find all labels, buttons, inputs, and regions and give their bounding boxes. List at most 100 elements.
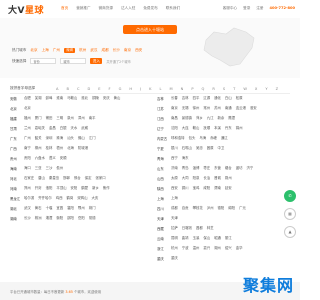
city-link[interactable]: 南通 [225,106,232,110]
city-link[interactable]: 中卫 [218,146,225,150]
letter-z[interactable]: Z [276,87,278,91]
city-link[interactable]: 江门 [89,136,96,140]
city-link[interactable]: 辽源 [203,96,210,100]
city-link[interactable]: 鸡西 [56,196,63,200]
city-link[interactable]: 济南 [171,166,178,170]
city-link[interactable]: 深圳 [46,136,53,140]
letter-f[interactable]: F [109,87,111,91]
city-link[interactable]: 黄石 [35,206,42,210]
city-link[interactable]: 南宁 [24,146,31,150]
city-link[interactable]: 咸阳 [203,186,210,190]
city-link[interactable]: 北海 [67,146,74,150]
chat-icon[interactable]: ✆ [284,190,296,202]
city-link[interactable]: 昌都 [196,226,203,230]
city-link[interactable]: 岳阳 [78,216,85,220]
city-link[interactable]: 白山 [225,96,232,100]
city-link[interactable]: 长治 [203,176,210,180]
city-link[interactable]: 松原 [236,96,243,100]
city-link[interactable]: 六盘水 [35,156,45,160]
city-link[interactable]: 十堰 [46,206,53,210]
letter-q[interactable]: Q [202,87,205,91]
city-link[interactable]: 天水 [71,126,78,130]
city-link[interactable]: 鹤壁 [81,186,88,190]
city-link[interactable]: 桂林 [46,146,53,150]
letter-y[interactable]: Y [265,87,267,91]
hot-city[interactable]: 成都 [102,48,109,53]
city-link[interactable]: 抚顺 [203,126,210,130]
city-link[interactable]: 乌海 [199,136,206,140]
city-link[interactable]: 三明 [56,116,63,120]
city-link[interactable]: 南平 [89,116,96,120]
city-link[interactable]: 齐齐哈尔 [38,196,52,200]
city-link[interactable]: 石家庄 [24,176,34,180]
city-link[interactable]: 枣庄 [203,166,210,170]
back-to-top-icon[interactable]: ▲ [284,226,296,238]
city-link[interactable]: 武汉 [24,206,31,210]
letter-d[interactable]: D [87,87,90,91]
hot-city[interactable]: 西安 [135,48,142,53]
city-link[interactable]: 邵阳 [67,216,74,220]
city-link[interactable]: 新余 [218,116,225,120]
nav-publish[interactable]: 免费发布 [143,6,157,11]
city-link[interactable]: 宝鸡 [193,186,200,190]
city-link[interactable]: 鄂州 [78,206,85,210]
register-link[interactable]: 注册 [256,6,263,11]
city-link[interactable]: 莆田 [46,116,53,120]
hot-city-selected[interactable]: 深圳 [63,48,76,53]
site-logo[interactable]: 大V星球 [8,3,44,16]
city-link[interactable]: 郑州 [24,186,31,190]
city-link[interactable]: 淄博 [193,166,200,170]
city-link[interactable]: 合肥 [24,96,31,100]
city-link[interactable]: 阳泉 [193,176,200,180]
letter-a[interactable]: A [56,87,58,91]
city-link[interactable]: 温州 [193,246,200,250]
go-button[interactable]: 进入 [90,58,103,64]
city-link[interactable]: 保山 [203,236,210,240]
city-link[interactable]: 济宁 [246,166,253,170]
city-link[interactable]: 秦皇岛 [49,176,59,180]
city-link[interactable]: 三亚 [35,166,42,170]
city-link[interactable]: 长春 [171,96,178,100]
city-link[interactable]: 海口 [24,166,31,170]
city-link[interactable]: 儋州 [56,166,63,170]
city-link[interactable]: 佛山 [78,136,85,140]
city-link[interactable]: 金昌 [49,126,56,130]
city-link[interactable]: 保定 [85,176,92,180]
nav-contact[interactable]: 联系我们 [166,6,180,11]
province-select[interactable]: 省份 [30,58,57,64]
city-link[interactable]: 杭州 [171,246,178,250]
city-link[interactable]: 连云港 [236,106,246,110]
city-link[interactable]: 通辽 [221,136,228,140]
city-link[interactable]: 焦作 [103,186,110,190]
letter-t[interactable]: T [233,87,235,91]
city-link[interactable]: 黄山 [114,96,121,100]
city-link[interactable]: 上海 [171,196,178,200]
city-link[interactable]: 常州 [203,106,210,110]
city-link[interactable]: 开封 [35,186,42,190]
city-link[interactable]: 延安 [225,186,232,190]
city-link[interactable]: 淮安 [250,106,257,110]
city-link[interactable]: 大同 [182,176,189,180]
city-link[interactable]: 成都 [171,206,178,210]
city-link[interactable]: 渭南 [214,186,221,190]
city-link[interactable]: 太原 [171,176,178,180]
city-link[interactable]: 重庆 [171,256,178,260]
city-select[interactable]: 城市 [60,58,87,64]
city-link[interactable]: 邯郸 [63,176,70,180]
letter-l[interactable]: L [160,87,162,91]
city-link[interactable]: 三沙 [46,166,53,170]
city-link[interactable]: 通化 [214,96,221,100]
city-link[interactable]: 景德镇 [182,116,192,120]
city-link[interactable]: 铜川 [182,186,189,190]
city-link[interactable]: 嘉兴 [203,246,210,250]
letter-n[interactable]: N [181,87,184,91]
letter-j[interactable]: J [140,87,141,91]
city-link[interactable]: 衡阳 [56,216,63,220]
letter-b[interactable]: B [66,87,68,91]
city-link[interactable]: 鞍山 [193,126,200,130]
city-link[interactable]: 金华 [236,246,243,250]
city-link[interactable]: 银川 [171,146,178,150]
city-link[interactable]: 唐山 [38,176,45,180]
city-link[interactable]: 安庆 [103,96,110,100]
hot-city[interactable]: 杭州 [79,48,86,53]
